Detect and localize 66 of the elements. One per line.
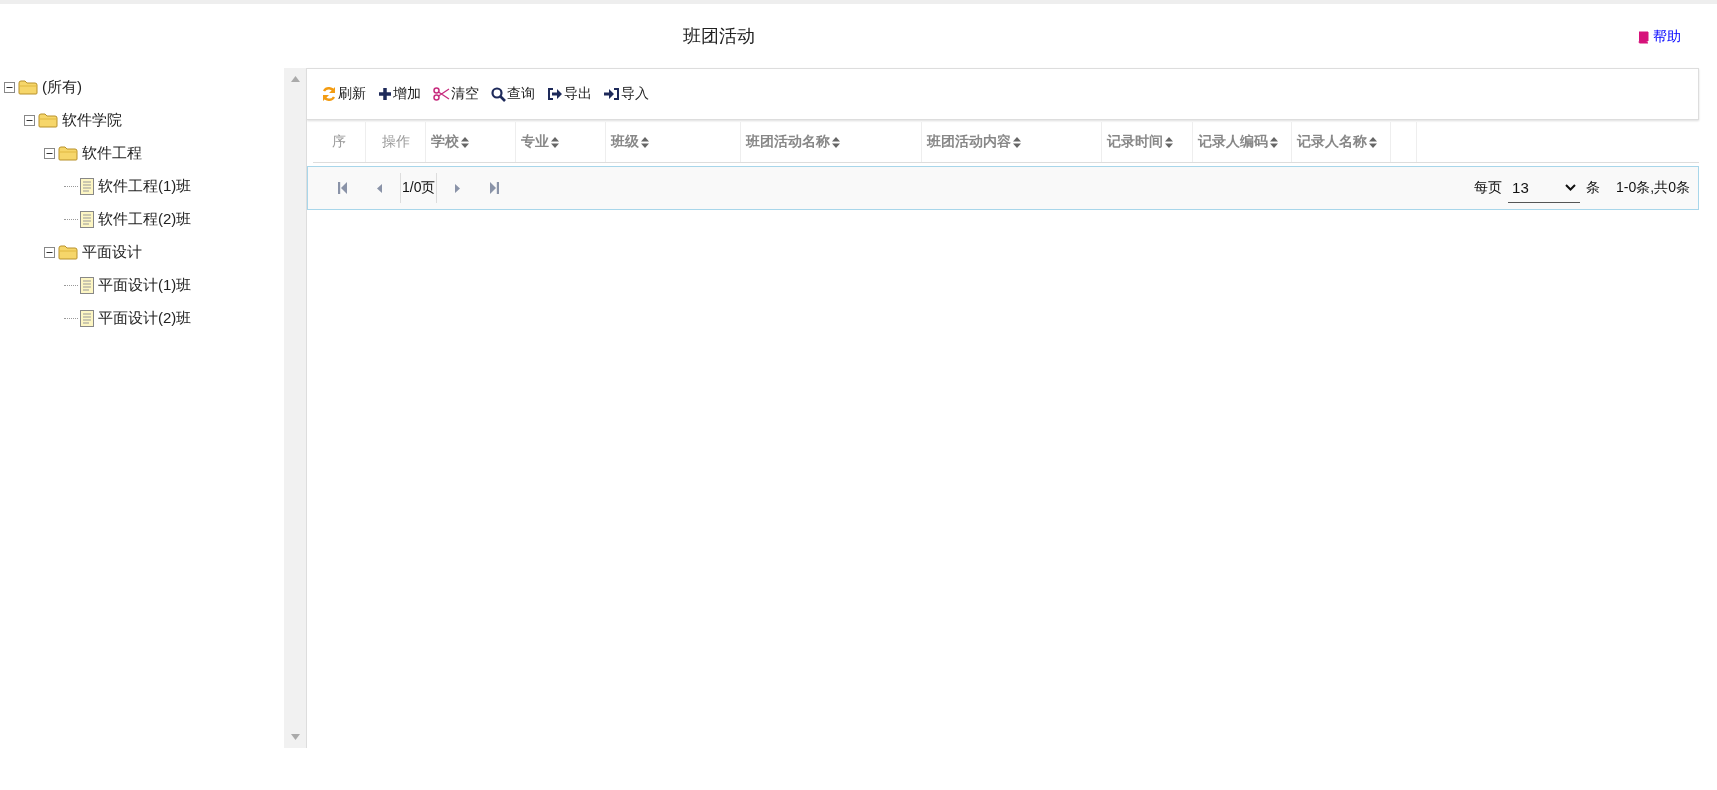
- export-button[interactable]: 导出: [547, 81, 598, 107]
- per-page-select[interactable]: 13: [1508, 173, 1581, 203]
- document-icon: [80, 178, 94, 195]
- sort-icon: [1369, 136, 1377, 148]
- help-link[interactable]: 帮助: [1637, 28, 1681, 46]
- tree-item[interactable]: 软件工程(1)班: [98, 177, 192, 196]
- tree-item[interactable]: 软件工程: [82, 144, 142, 163]
- book-icon: [1637, 30, 1649, 44]
- tree-item[interactable]: (所有): [42, 78, 82, 97]
- column-header[interactable]: 记录时间: [1102, 122, 1193, 162]
- column-header: 操作: [366, 122, 426, 162]
- collapse-icon[interactable]: [44, 247, 55, 258]
- sort-icon: [1270, 136, 1278, 148]
- column-header[interactable]: 班团活动内容: [922, 122, 1102, 162]
- tree-item[interactable]: 软件工程(2)班: [98, 210, 192, 229]
- scrollbar[interactable]: [284, 68, 306, 748]
- import-button[interactable]: 导入: [604, 81, 655, 107]
- collapse-icon[interactable]: [4, 82, 15, 93]
- per-page-unit: 条: [1586, 179, 1601, 197]
- tree-item[interactable]: 软件学院: [62, 111, 122, 130]
- page-indicator: 1/0页: [400, 173, 438, 203]
- previous-page-icon[interactable]: [377, 183, 382, 193]
- column-header[interactable]: 班级: [606, 122, 741, 162]
- refresh-button[interactable]: 刷新: [321, 81, 372, 107]
- record-range: 1-0条,共0条: [1616, 179, 1690, 197]
- refresh-icon: [321, 86, 337, 102]
- folder-icon: [58, 146, 78, 161]
- search-icon: [491, 86, 506, 102]
- search-button[interactable]: 查询: [491, 81, 541, 107]
- document-icon: [80, 277, 94, 294]
- collapse-icon[interactable]: [44, 148, 55, 159]
- column-header[interactable]: 记录人名称: [1292, 122, 1391, 162]
- folder-icon: [18, 80, 38, 95]
- sort-icon: [832, 136, 840, 148]
- tree-item[interactable]: 平面设计: [82, 243, 142, 262]
- column-header[interactable]: 学校: [426, 122, 516, 162]
- clear-button[interactable]: 清空: [433, 81, 485, 107]
- collapse-icon[interactable]: [24, 115, 35, 126]
- sort-icon: [461, 136, 469, 148]
- export-icon: [547, 87, 563, 101]
- sort-icon: [641, 136, 649, 148]
- column-header[interactable]: 专业: [516, 122, 606, 162]
- scroll-up-icon[interactable]: [290, 76, 300, 82]
- scroll-down-icon[interactable]: [290, 734, 300, 740]
- folder-icon: [58, 245, 78, 260]
- last-page-icon[interactable]: [490, 182, 500, 194]
- import-icon: [604, 87, 620, 101]
- document-icon: [80, 211, 94, 228]
- column-header: 序: [313, 122, 366, 162]
- folder-icon: [38, 113, 58, 128]
- plus-icon: [378, 87, 392, 101]
- page-title: 班团活动: [682, 25, 755, 48]
- sort-icon: [1013, 136, 1021, 148]
- tree-item[interactable]: 平面设计(1)班: [98, 276, 192, 295]
- first-page-icon[interactable]: [338, 182, 347, 194]
- column-header[interactable]: 记录人编码: [1193, 122, 1292, 162]
- chevron-down-icon: [1565, 184, 1577, 191]
- next-page-icon[interactable]: [455, 183, 461, 193]
- scissors-icon: [433, 87, 450, 101]
- add-button[interactable]: 增加: [378, 81, 427, 107]
- per-page-label: 每页: [1474, 179, 1503, 197]
- tree-item[interactable]: 平面设计(2)班: [98, 309, 192, 328]
- sort-icon: [1165, 136, 1173, 148]
- document-icon: [80, 310, 94, 327]
- column-header[interactable]: 班团活动名称: [741, 122, 922, 162]
- sort-icon: [551, 136, 559, 148]
